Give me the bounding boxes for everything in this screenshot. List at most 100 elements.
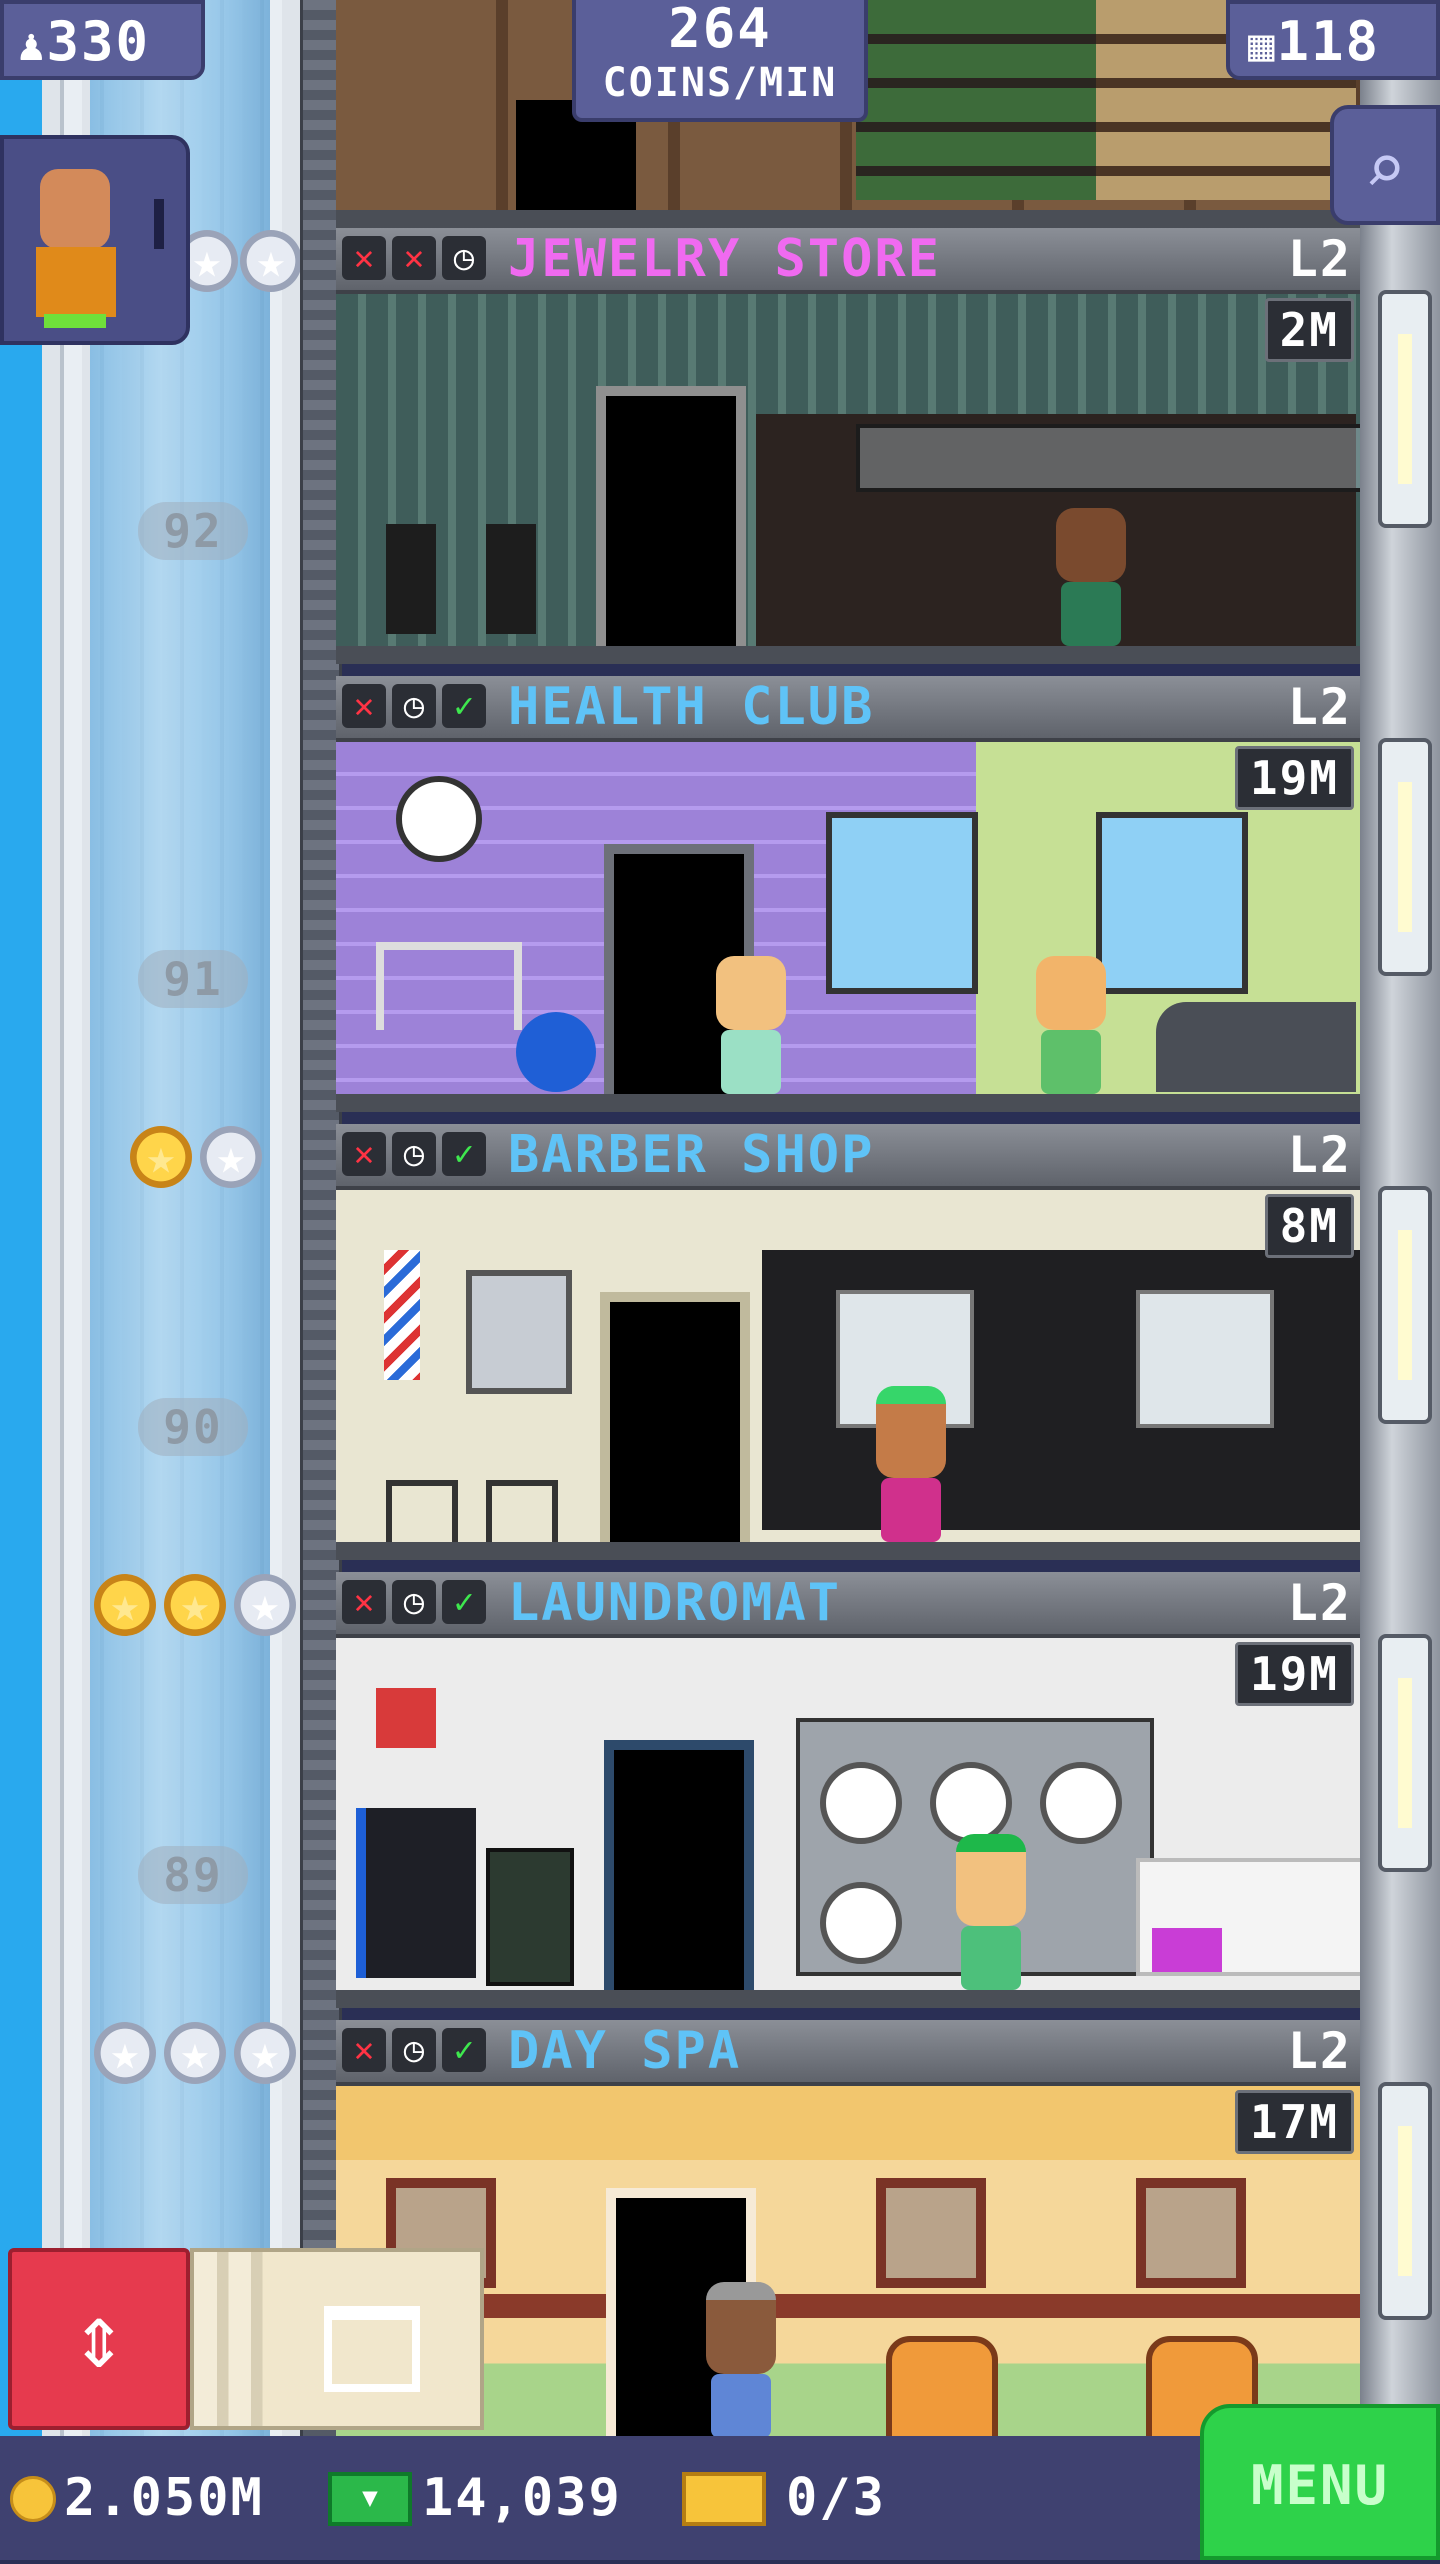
vending-machine (356, 1808, 476, 1978)
floor-counter[interactable]: ▦118 (1226, 0, 1440, 80)
star-icon: ★ (240, 230, 302, 292)
wall-clock-icon (396, 776, 482, 862)
star-icon: ★ (200, 1126, 262, 1188)
floor-name: HEALTH CLUB (508, 677, 875, 737)
floor-day-spa[interactable]: ✕ ◷ ✓ DAY SPA L2 17M (336, 2020, 1360, 2468)
stock-badge: 8M (1264, 1194, 1354, 1258)
elevator-shaft-glass (90, 0, 270, 2560)
population-counter[interactable]: ♟330 (0, 0, 205, 80)
room-interior (336, 1190, 1360, 1560)
elevator-button[interactable]: ⇕ (8, 2248, 190, 2430)
visitor-portrait-button[interactable] (0, 135, 190, 345)
floor-name: BARBER SHOP (508, 1125, 875, 1185)
coin-rate-unit: COINS/MIN (602, 60, 838, 106)
side-window (1378, 2082, 1432, 2320)
floor-level: L2 (1287, 230, 1352, 288)
clock-icon: ◷ (392, 1132, 436, 1176)
search-button[interactable]: ⌕ (1330, 105, 1440, 225)
building-icon: ▦ (1248, 20, 1277, 71)
room-interior (336, 2086, 1360, 2456)
door (596, 386, 746, 646)
stock-badge: 19M (1234, 746, 1354, 810)
floor-header: ✕ ◷ ✓ BARBER SHOP L2 (336, 1124, 1360, 1190)
resident-figure (1056, 508, 1126, 646)
star-icon: ★ (234, 1574, 296, 1636)
stock-badge: 19M (1234, 1642, 1354, 1706)
clock-icon: ◷ (392, 2028, 436, 2072)
clock-icon: ◷ (392, 1580, 436, 1624)
room-interior (336, 1638, 1360, 2008)
coin-rate-value: 264 (668, 0, 772, 60)
resident-figure (956, 1834, 1026, 1990)
floor-name: LAUNDROMAT (508, 1573, 842, 1633)
star-icon: ★ (164, 1574, 226, 1636)
side-window (1378, 738, 1432, 976)
floor-level: L2 (1287, 1126, 1352, 1184)
floor-name: JEWELRY STORE (508, 229, 941, 289)
box-icon (324, 2306, 420, 2392)
side-window (1378, 290, 1432, 528)
floor-number: 90 (138, 1398, 248, 1456)
golden-ticket-icon (682, 2472, 766, 2526)
room-interior (336, 742, 1360, 1112)
door (600, 1292, 750, 1542)
x-icon: ✕ (342, 2028, 386, 2072)
resident-figure (716, 956, 786, 1094)
exclamation-icon (154, 199, 164, 249)
up-down-arrows-icon: ⇕ (71, 2284, 127, 2389)
floor-header: ✕ ◷ ✓ HEALTH CLUB L2 (336, 676, 1360, 742)
coin-rate-panel: 264 COINS/MIN (572, 0, 868, 122)
sky (0, 0, 42, 2560)
x-icon: ✕ (392, 236, 436, 280)
floor-level: L2 (1287, 678, 1352, 736)
x-icon: ✕ (342, 1132, 386, 1176)
build-floor-button[interactable] (190, 2248, 484, 2430)
coin-icon (10, 2476, 56, 2522)
floor-level: L2 (1287, 2022, 1352, 2080)
coin-balance: 2.050M (64, 2468, 264, 2528)
star-icon: ★ (234, 2022, 296, 2084)
floor-number: 91 (138, 950, 248, 1008)
tower-bux-icon: ▼ (328, 2472, 412, 2526)
no-smoking-sign-icon (376, 1688, 436, 1748)
x-icon: ✕ (342, 684, 386, 728)
resident-figure (876, 1386, 946, 1542)
resident-figure (1036, 956, 1106, 1094)
magnifier-icon: ⌕ (1363, 128, 1407, 210)
floor-level: L2 (1287, 1574, 1352, 1632)
check-icon: ✓ (442, 2028, 486, 2072)
floor-header: ✕ ✕ ◷ JEWELRY STORE L2 (336, 228, 1360, 294)
floor-barber-shop[interactable]: ✕ ◷ ✓ BARBER SHOP L2 8M (336, 1124, 1360, 1572)
x-icon: ✕ (342, 1580, 386, 1624)
resident-figure (706, 2282, 776, 2438)
visitor-avatar (40, 169, 110, 249)
clock-icon: ◷ (392, 684, 436, 728)
side-window (1378, 1186, 1432, 1424)
floor-number: 92 (138, 502, 248, 560)
stock-badge: 2M (1264, 298, 1354, 362)
star-icon: ★ (130, 1126, 192, 1188)
ticket-count: 0/3 (786, 2468, 886, 2528)
stock-badge: 17M (1234, 2090, 1354, 2154)
star-icon: ★ (94, 1574, 156, 1636)
room-interior (336, 294, 1360, 664)
door (604, 1740, 754, 1990)
check-icon: ✓ (442, 1580, 486, 1624)
floor-header: ✕ ◷ ✓ DAY SPA L2 (336, 2020, 1360, 2086)
floor-name: DAY SPA (508, 2021, 742, 2081)
x-icon: ✕ (342, 236, 386, 280)
bux-balance: 14,039 (422, 2468, 622, 2528)
star-icon: ★ (164, 2022, 226, 2084)
star-icon: ★ (94, 2022, 156, 2084)
check-icon: ✓ (442, 684, 486, 728)
floor-health-club[interactable]: ✕ ◷ ✓ HEALTH CLUB L2 19M (336, 676, 1360, 1124)
menu-button[interactable]: MENU (1200, 2404, 1440, 2560)
barber-pole (384, 1250, 420, 1380)
floor-header: ✕ ◷ ✓ LAUNDROMAT L2 (336, 1572, 1360, 1638)
clock-icon: ◷ (442, 236, 486, 280)
side-window (1378, 1634, 1432, 1872)
floor-laundromat[interactable]: ✕ ◷ ✓ LAUNDROMAT L2 19M (336, 1572, 1360, 2020)
floor-number: 89 (138, 1846, 248, 1904)
floor-jewelry-store[interactable]: ✕ ✕ ◷ JEWELRY STORE L2 2M (336, 228, 1360, 676)
person-icon: ♟ (18, 20, 47, 71)
